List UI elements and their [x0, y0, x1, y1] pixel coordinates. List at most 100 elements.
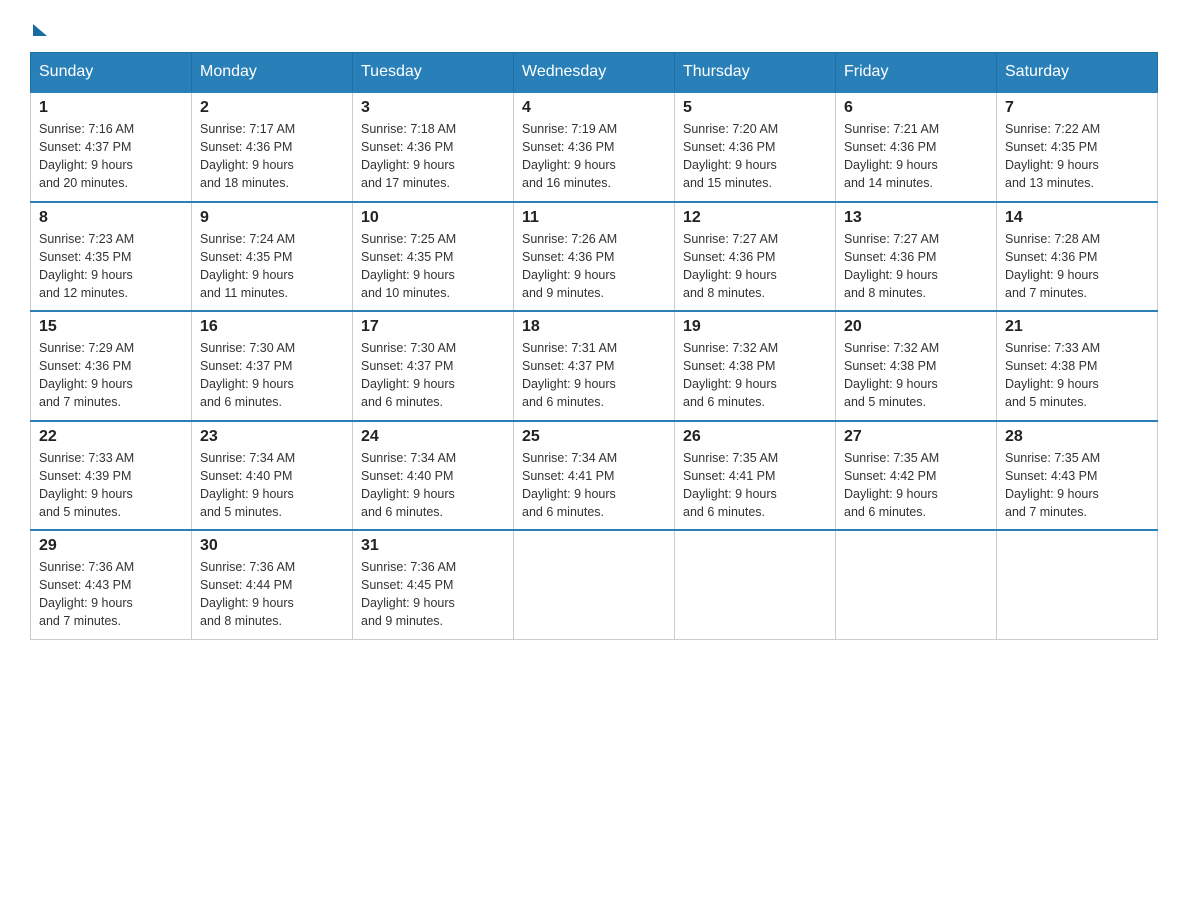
day-info: Sunrise: 7:16 AMSunset: 4:37 PMDaylight:…	[39, 120, 183, 193]
day-info: Sunrise: 7:22 AMSunset: 4:35 PMDaylight:…	[1005, 120, 1149, 193]
day-number: 8	[39, 209, 183, 227]
calendar-cell: 20 Sunrise: 7:32 AMSunset: 4:38 PMDayligh…	[836, 311, 997, 421]
day-number: 13	[844, 209, 988, 227]
day-info: Sunrise: 7:36 AMSunset: 4:44 PMDaylight:…	[200, 558, 344, 631]
page-header	[30, 20, 1158, 32]
calendar-cell: 5 Sunrise: 7:20 AMSunset: 4:36 PMDaylight…	[675, 92, 836, 202]
day-number: 1	[39, 99, 183, 117]
calendar-cell: 25Sunrise: 7:34 AMSunset: 4:41 PMDayligh…	[514, 421, 675, 531]
day-info: Sunrise: 7:29 AMSunset: 4:36 PMDaylight:…	[39, 339, 183, 412]
day-info: Sunrise: 7:19 AMSunset: 4:36 PMDaylight:…	[522, 120, 666, 193]
calendar-cell: 1 Sunrise: 7:16 AMSunset: 4:37 PMDaylight…	[31, 92, 192, 202]
day-info: Sunrise: 7:30 AMSunset: 4:37 PMDaylight:…	[200, 339, 344, 412]
calendar-week-row-1: 1 Sunrise: 7:16 AMSunset: 4:37 PMDaylight…	[31, 92, 1158, 202]
day-info: Sunrise: 7:17 AMSunset: 4:36 PMDaylight:…	[200, 120, 344, 193]
day-number: 28	[1005, 428, 1149, 446]
day-number: 22	[39, 428, 183, 446]
day-number: 5	[683, 99, 827, 117]
day-number: 10	[361, 209, 505, 227]
day-number: 14	[1005, 209, 1149, 227]
day-info: Sunrise: 7:33 AMSunset: 4:39 PMDaylight:…	[39, 449, 183, 522]
calendar-cell: 28 Sunrise: 7:35 AMSunset: 4:43 PMDayligh…	[997, 421, 1158, 531]
day-number: 16	[200, 318, 344, 336]
calendar-cell: 26Sunrise: 7:35 AMSunset: 4:41 PMDayligh…	[675, 421, 836, 531]
calendar-cell: 2 Sunrise: 7:17 AMSunset: 4:36 PMDaylight…	[192, 92, 353, 202]
day-number: 27	[844, 428, 988, 446]
day-info: Sunrise: 7:21 AMSunset: 4:36 PMDaylight:…	[844, 120, 988, 193]
calendar-cell: 3 Sunrise: 7:18 AMSunset: 4:36 PMDaylight…	[353, 92, 514, 202]
day-info: Sunrise: 7:35 AMSunset: 4:42 PMDaylight:…	[844, 449, 988, 522]
weekday-header-thursday: Thursday	[675, 53, 836, 93]
calendar-cell: 11Sunrise: 7:26 AMSunset: 4:36 PMDayligh…	[514, 202, 675, 312]
day-number: 9	[200, 209, 344, 227]
calendar-cell: 9 Sunrise: 7:24 AMSunset: 4:35 PMDaylight…	[192, 202, 353, 312]
day-info: Sunrise: 7:26 AMSunset: 4:36 PMDaylight:…	[522, 230, 666, 303]
calendar-cell: 17Sunrise: 7:30 AMSunset: 4:37 PMDayligh…	[353, 311, 514, 421]
day-number: 21	[1005, 318, 1149, 336]
day-info: Sunrise: 7:31 AMSunset: 4:37 PMDaylight:…	[522, 339, 666, 412]
day-number: 30	[200, 537, 344, 555]
calendar-cell: 4 Sunrise: 7:19 AMSunset: 4:36 PMDaylight…	[514, 92, 675, 202]
calendar-cell: 16 Sunrise: 7:30 AMSunset: 4:37 PMDayligh…	[192, 311, 353, 421]
day-info: Sunrise: 7:27 AMSunset: 4:36 PMDaylight:…	[844, 230, 988, 303]
day-number: 24	[361, 428, 505, 446]
day-info: Sunrise: 7:18 AMSunset: 4:36 PMDaylight:…	[361, 120, 505, 193]
day-info: Sunrise: 7:24 AMSunset: 4:35 PMDaylight:…	[200, 230, 344, 303]
weekday-header-friday: Friday	[836, 53, 997, 93]
day-number: 4	[522, 99, 666, 117]
calendar-cell: 12Sunrise: 7:27 AMSunset: 4:36 PMDayligh…	[675, 202, 836, 312]
calendar-cell: 13 Sunrise: 7:27 AMSunset: 4:36 PMDayligh…	[836, 202, 997, 312]
day-info: Sunrise: 7:34 AMSunset: 4:40 PMDaylight:…	[200, 449, 344, 522]
day-number: 3	[361, 99, 505, 117]
day-info: Sunrise: 7:25 AMSunset: 4:35 PMDaylight:…	[361, 230, 505, 303]
day-info: Sunrise: 7:32 AMSunset: 4:38 PMDaylight:…	[683, 339, 827, 412]
day-info: Sunrise: 7:34 AMSunset: 4:41 PMDaylight:…	[522, 449, 666, 522]
day-info: Sunrise: 7:28 AMSunset: 4:36 PMDaylight:…	[1005, 230, 1149, 303]
calendar-cell: 21 Sunrise: 7:33 AMSunset: 4:38 PMDayligh…	[997, 311, 1158, 421]
day-number: 2	[200, 99, 344, 117]
weekday-header-row: SundayMondayTuesdayWednesdayThursdayFrid…	[31, 53, 1158, 93]
calendar-table: SundayMondayTuesdayWednesdayThursdayFrid…	[30, 52, 1158, 640]
calendar-cell	[514, 530, 675, 639]
calendar-week-row-2: 8 Sunrise: 7:23 AMSunset: 4:35 PMDaylight…	[31, 202, 1158, 312]
logo	[30, 20, 47, 32]
calendar-cell: 6 Sunrise: 7:21 AMSunset: 4:36 PMDaylight…	[836, 92, 997, 202]
day-info: Sunrise: 7:34 AMSunset: 4:40 PMDaylight:…	[361, 449, 505, 522]
day-number: 31	[361, 537, 505, 555]
day-info: Sunrise: 7:23 AMSunset: 4:35 PMDaylight:…	[39, 230, 183, 303]
calendar-cell	[675, 530, 836, 639]
day-info: Sunrise: 7:35 AMSunset: 4:43 PMDaylight:…	[1005, 449, 1149, 522]
day-number: 6	[844, 99, 988, 117]
calendar-cell: 29Sunrise: 7:36 AMSunset: 4:43 PMDayligh…	[31, 530, 192, 639]
logo-arrow-icon	[33, 24, 47, 36]
calendar-cell: 10 Sunrise: 7:25 AMSunset: 4:35 PMDayligh…	[353, 202, 514, 312]
calendar-week-row-5: 29Sunrise: 7:36 AMSunset: 4:43 PMDayligh…	[31, 530, 1158, 639]
day-info: Sunrise: 7:32 AMSunset: 4:38 PMDaylight:…	[844, 339, 988, 412]
calendar-cell: 31 Sunrise: 7:36 AMSunset: 4:45 PMDayligh…	[353, 530, 514, 639]
day-info: Sunrise: 7:27 AMSunset: 4:36 PMDaylight:…	[683, 230, 827, 303]
calendar-cell: 22 Sunrise: 7:33 AMSunset: 4:39 PMDayligh…	[31, 421, 192, 531]
calendar-cell: 8 Sunrise: 7:23 AMSunset: 4:35 PMDaylight…	[31, 202, 192, 312]
day-info: Sunrise: 7:33 AMSunset: 4:38 PMDaylight:…	[1005, 339, 1149, 412]
day-number: 20	[844, 318, 988, 336]
calendar-cell: 14 Sunrise: 7:28 AMSunset: 4:36 PMDayligh…	[997, 202, 1158, 312]
calendar-cell	[997, 530, 1158, 639]
weekday-header-saturday: Saturday	[997, 53, 1158, 93]
weekday-header-tuesday: Tuesday	[353, 53, 514, 93]
day-number: 23	[200, 428, 344, 446]
weekday-header-wednesday: Wednesday	[514, 53, 675, 93]
day-number: 17	[361, 318, 505, 336]
calendar-cell: 15Sunrise: 7:29 AMSunset: 4:36 PMDayligh…	[31, 311, 192, 421]
day-info: Sunrise: 7:36 AMSunset: 4:45 PMDaylight:…	[361, 558, 505, 631]
calendar-week-row-3: 15Sunrise: 7:29 AMSunset: 4:36 PMDayligh…	[31, 311, 1158, 421]
day-number: 7	[1005, 99, 1149, 117]
weekday-header-sunday: Sunday	[31, 53, 192, 93]
calendar-cell: 7 Sunrise: 7:22 AMSunset: 4:35 PMDaylight…	[997, 92, 1158, 202]
day-number: 19	[683, 318, 827, 336]
day-number: 18	[522, 318, 666, 336]
day-number: 29	[39, 537, 183, 555]
calendar-cell: 19 Sunrise: 7:32 AMSunset: 4:38 PMDayligh…	[675, 311, 836, 421]
calendar-cell: 27 Sunrise: 7:35 AMSunset: 4:42 PMDayligh…	[836, 421, 997, 531]
calendar-cell: 24 Sunrise: 7:34 AMSunset: 4:40 PMDayligh…	[353, 421, 514, 531]
day-info: Sunrise: 7:20 AMSunset: 4:36 PMDaylight:…	[683, 120, 827, 193]
